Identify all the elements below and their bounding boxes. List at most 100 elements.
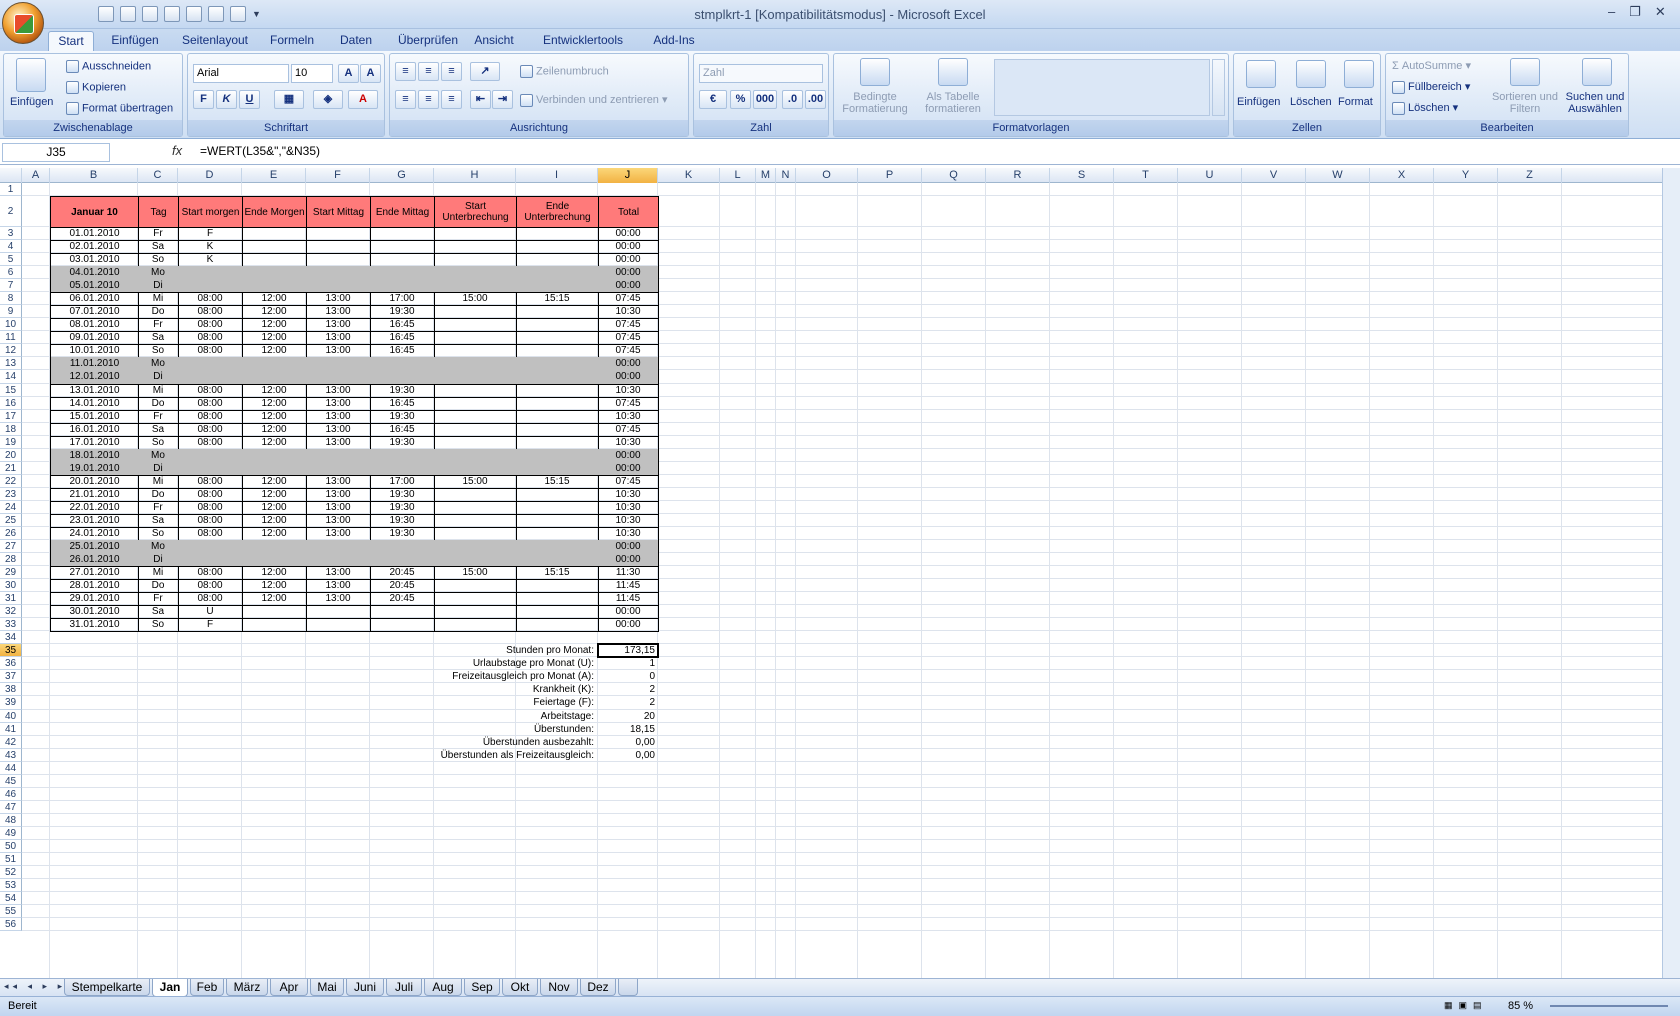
table-cell[interactable] [242, 266, 307, 281]
row-header-37[interactable]: 37 [0, 670, 22, 684]
table-cell[interactable] [516, 227, 599, 242]
table-cell[interactable]: 00:00 [598, 266, 659, 281]
table-cell[interactable]: 12:00 [242, 579, 307, 594]
table-cell[interactable] [370, 605, 435, 620]
table-cell[interactable]: 00:00 [598, 461, 659, 476]
row-header-40[interactable]: 40 [0, 709, 22, 723]
new-file-icon[interactable] [98, 6, 114, 22]
table-cell[interactable]: 10:30 [598, 383, 659, 398]
table-cell[interactable] [306, 540, 371, 555]
table-cell[interactable] [434, 579, 517, 594]
table-cell[interactable]: 06.01.2010 [50, 292, 139, 307]
table-cell[interactable]: 16.01.2010 [50, 422, 139, 437]
table-cell[interactable] [434, 318, 517, 333]
table-cell[interactable]: 00:00 [598, 448, 659, 463]
table-cell[interactable] [434, 383, 517, 398]
number-format-select[interactable]: Zahl [699, 64, 823, 83]
table-cell[interactable] [178, 540, 243, 555]
table-cell[interactable] [434, 487, 517, 502]
row-header-15[interactable]: 15 [0, 383, 22, 397]
table-cell[interactable]: Sa [138, 513, 179, 528]
fx-icon[interactable]: fx [172, 143, 182, 158]
thousands-button[interactable]: 000 [753, 90, 777, 109]
table-cell[interactable]: So [138, 526, 179, 541]
close-button[interactable]: ✕ [1655, 4, 1666, 20]
table-cell[interactable]: 20:45 [370, 579, 435, 594]
table-cell[interactable]: 07:45 [598, 318, 659, 333]
row-header-11[interactable]: 11 [0, 331, 22, 345]
wrap-text-button[interactable]: Zeilenumbruch [520, 65, 609, 78]
table-cell[interactable]: 10:30 [598, 409, 659, 424]
table-cell[interactable]: 08:00 [178, 383, 243, 398]
table-cell[interactable]: 08:00 [178, 331, 243, 346]
column-header-B[interactable]: B [50, 168, 138, 183]
table-cell[interactable]: 10.01.2010 [50, 344, 139, 359]
table-cell[interactable]: Sa [138, 422, 179, 437]
table-cell[interactable]: 19:30 [370, 500, 435, 515]
table-cell[interactable] [434, 526, 517, 541]
sort-filter-icon[interactable] [1510, 58, 1540, 86]
table-cell[interactable]: So [138, 618, 179, 633]
table-cell[interactable]: 13:00 [306, 383, 371, 398]
cell-area[interactable]: Januar 10 Tag Start morgen Ende Morgen Start… [22, 183, 1662, 980]
table-cell[interactable] [516, 435, 599, 450]
table-cell[interactable] [242, 253, 307, 268]
bold-button[interactable]: F [193, 90, 214, 109]
table-cell[interactable] [370, 553, 435, 568]
table-cell[interactable] [434, 331, 517, 346]
conditional-format-button[interactable]: Bedingte Formatierung [840, 91, 910, 115]
tab-6[interactable]: Ansicht [470, 31, 518, 51]
table-cell[interactable]: 13:00 [306, 396, 371, 411]
table-cell[interactable]: 00:00 [598, 227, 659, 242]
table-cell[interactable] [516, 605, 599, 620]
increase-decimal-icon[interactable]: .0 [782, 90, 803, 109]
office-button[interactable] [2, 2, 44, 44]
table-cell[interactable]: 12:00 [242, 292, 307, 307]
table-cell[interactable]: 16:45 [370, 422, 435, 437]
row-header-10[interactable]: 10 [0, 318, 22, 332]
sheet-tab-8[interactable]: Aug [424, 979, 462, 996]
table-cell[interactable]: 11:45 [598, 592, 659, 607]
column-header-G[interactable]: G [370, 168, 434, 183]
row-header-32[interactable]: 32 [0, 605, 22, 619]
table-cell[interactable]: 11.01.2010 [50, 357, 139, 372]
table-cell[interactable]: 17:00 [370, 292, 435, 307]
table-cell[interactable]: Mi [138, 292, 179, 307]
table-cell[interactable]: 13:00 [306, 592, 371, 607]
table-cell[interactable] [516, 409, 599, 424]
row-header-53[interactable]: 53 [0, 879, 22, 893]
table-cell[interactable]: 08:00 [178, 526, 243, 541]
table-cell[interactable]: So [138, 435, 179, 450]
sheet-tab-0[interactable]: Stempelkarte [64, 979, 150, 996]
undo-icon[interactable] [164, 6, 180, 22]
table-cell[interactable] [242, 540, 307, 555]
table-cell[interactable]: 26.01.2010 [50, 553, 139, 568]
table-cell[interactable]: 00:00 [598, 618, 659, 633]
row-header-1[interactable]: 1 [0, 183, 22, 197]
table-cell[interactable]: Mo [138, 448, 179, 463]
column-header-R[interactable]: R [986, 168, 1050, 183]
table-cell[interactable] [242, 227, 307, 242]
fill-button[interactable]: Füllbereich ▾ [1392, 80, 1470, 94]
table-cell[interactable] [178, 553, 243, 568]
cut-button[interactable]: Ausschneiden [66, 60, 151, 73]
table-cell[interactable]: 13:00 [306, 513, 371, 528]
table-cell[interactable] [434, 240, 517, 255]
summary-value[interactable]: 0 [598, 670, 655, 683]
table-cell[interactable]: 08:00 [178, 566, 243, 581]
row-header-12[interactable]: 12 [0, 344, 22, 358]
row-header-44[interactable]: 44 [0, 761, 22, 775]
table-cell[interactable]: 20:45 [370, 566, 435, 581]
summary-value[interactable]: 1 [598, 657, 655, 670]
table-cell[interactable]: 29.01.2010 [50, 592, 139, 607]
align-left-icon[interactable]: ≡ [395, 90, 416, 109]
table-cell[interactable] [434, 435, 517, 450]
conditional-format-icon[interactable] [860, 58, 890, 86]
row-header-49[interactable]: 49 [0, 826, 22, 840]
row-header-50[interactable]: 50 [0, 839, 22, 853]
row-header-9[interactable]: 9 [0, 305, 22, 319]
column-header-M[interactable]: M [756, 168, 776, 183]
name-box[interactable]: J35 [2, 143, 110, 162]
table-cell[interactable] [242, 370, 307, 385]
sheet-tab-5[interactable]: Mai [310, 979, 344, 996]
